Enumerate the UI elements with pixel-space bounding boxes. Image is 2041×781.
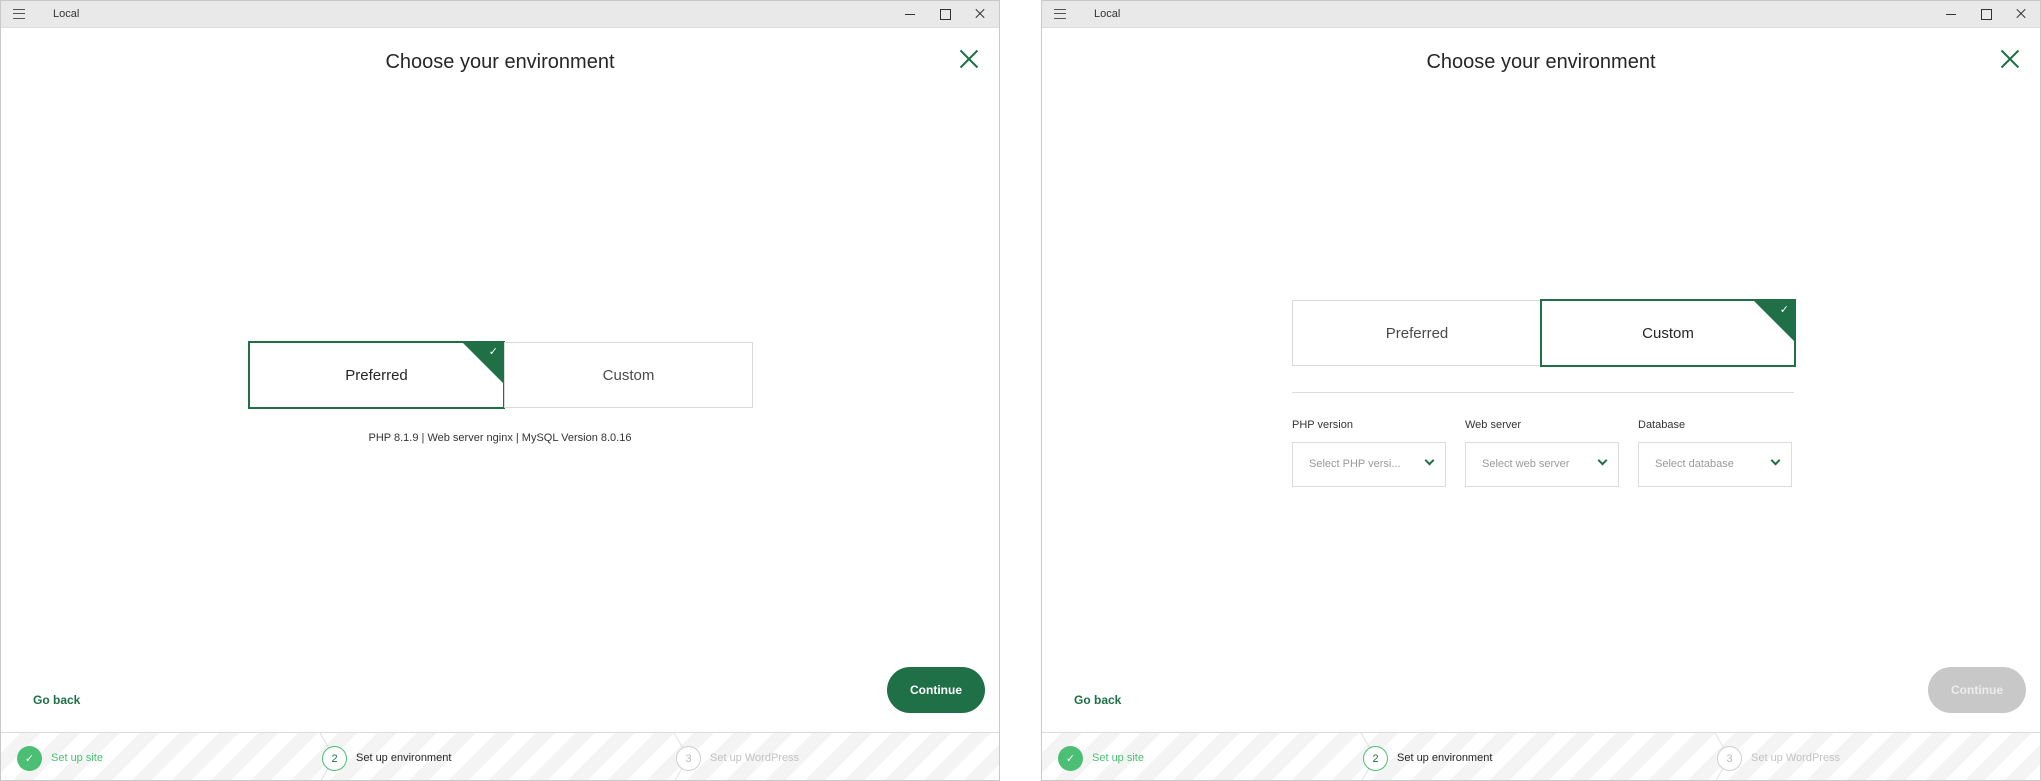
hamburger-menu-icon[interactable] — [13, 9, 25, 19]
close-icon[interactable] — [959, 49, 979, 69]
window-close-icon[interactable] — [970, 5, 990, 23]
step-progress-bar: ✓ Set up site 2 Set up environment 3 Set… — [1, 732, 999, 780]
custom-option[interactable]: Custom ✓ — [1540, 299, 1796, 367]
minimize-icon[interactable] — [1941, 5, 1961, 23]
window-close-icon[interactable] — [2011, 5, 2031, 23]
web-server-select[interactable]: Select web server — [1465, 442, 1619, 487]
checkmark-icon: ✓ — [488, 345, 498, 358]
step-progress-bar: ✓ Set up site 2 Set up environment 3 Set… — [1042, 732, 2040, 780]
option-label-preferred: Preferred — [345, 366, 408, 384]
step-separator — [293, 733, 311, 780]
step-separator — [1334, 733, 1352, 780]
page-title: Choose your environment — [385, 51, 615, 73]
maximize-icon[interactable] — [935, 5, 955, 23]
step-label: Set up WordPress — [1751, 752, 1841, 764]
step-number: 3 — [1717, 746, 1742, 771]
checkmark-icon: ✓ — [1058, 746, 1083, 771]
step-label: Set up environment — [356, 752, 452, 764]
step-label: Set up site — [51, 752, 103, 764]
step-number: 2 — [1363, 746, 1388, 771]
title-bar: Local — [1042, 1, 2040, 28]
app-window-preferred: Local Choose your environment Preferred … — [0, 0, 1000, 781]
divider — [1292, 392, 1794, 393]
go-back-link[interactable]: Go back — [1074, 693, 1121, 707]
checkmark-icon: ✓ — [1779, 303, 1789, 316]
select-placeholder: Select PHP versi... — [1309, 458, 1401, 470]
preferred-option[interactable]: Preferred — [1292, 300, 1542, 366]
database-select[interactable]: Select database — [1638, 442, 1792, 487]
option-label-preferred: Preferred — [1385, 324, 1449, 342]
php-version-select[interactable]: Select PHP versi... — [1292, 442, 1446, 487]
title-bar: Local — [1, 1, 999, 28]
continue-button-disabled[interactable]: Continue — [1928, 667, 2026, 713]
php-version-label: PHP version — [1292, 419, 1353, 431]
continue-button[interactable]: Continue — [887, 667, 985, 713]
chevron-down-icon — [1597, 455, 1608, 466]
step-label: Set up WordPress — [710, 752, 800, 764]
go-back-link[interactable]: Go back — [33, 693, 80, 707]
web-server-label: Web server — [1465, 419, 1522, 431]
step-label: Set up environment — [1397, 752, 1493, 764]
chevron-down-icon — [1770, 455, 1781, 466]
page-title: Choose your environment — [1426, 51, 1656, 73]
select-placeholder: Select web server — [1482, 458, 1570, 470]
custom-option[interactable]: Custom — [504, 342, 753, 408]
step-separator — [1688, 733, 1706, 780]
preferred-option[interactable]: Preferred ✓ — [248, 341, 505, 409]
app-title: Local — [53, 8, 80, 20]
step-number: 3 — [676, 746, 701, 771]
database-label: Database — [1638, 419, 1686, 431]
checkmark-icon: ✓ — [17, 746, 42, 771]
app-window-custom: Local Choose your environment Preferred … — [1041, 0, 2041, 781]
app-title: Local — [1094, 8, 1121, 20]
option-label-custom: Custom — [1642, 324, 1694, 342]
close-icon[interactable] — [2000, 49, 2020, 69]
environment-summary: PHP 8.1.9 | Web server nginx | MySQL Ver… — [368, 432, 632, 444]
option-label-custom: Custom — [602, 366, 655, 384]
minimize-icon[interactable] — [900, 5, 920, 23]
maximize-icon[interactable] — [1976, 5, 1996, 23]
select-placeholder: Select database — [1655, 458, 1734, 470]
step-number: 2 — [322, 746, 347, 771]
step-label: Set up site — [1092, 752, 1144, 764]
chevron-down-icon — [1424, 455, 1435, 466]
hamburger-menu-icon[interactable] — [1054, 9, 1066, 19]
step-separator — [647, 733, 665, 780]
